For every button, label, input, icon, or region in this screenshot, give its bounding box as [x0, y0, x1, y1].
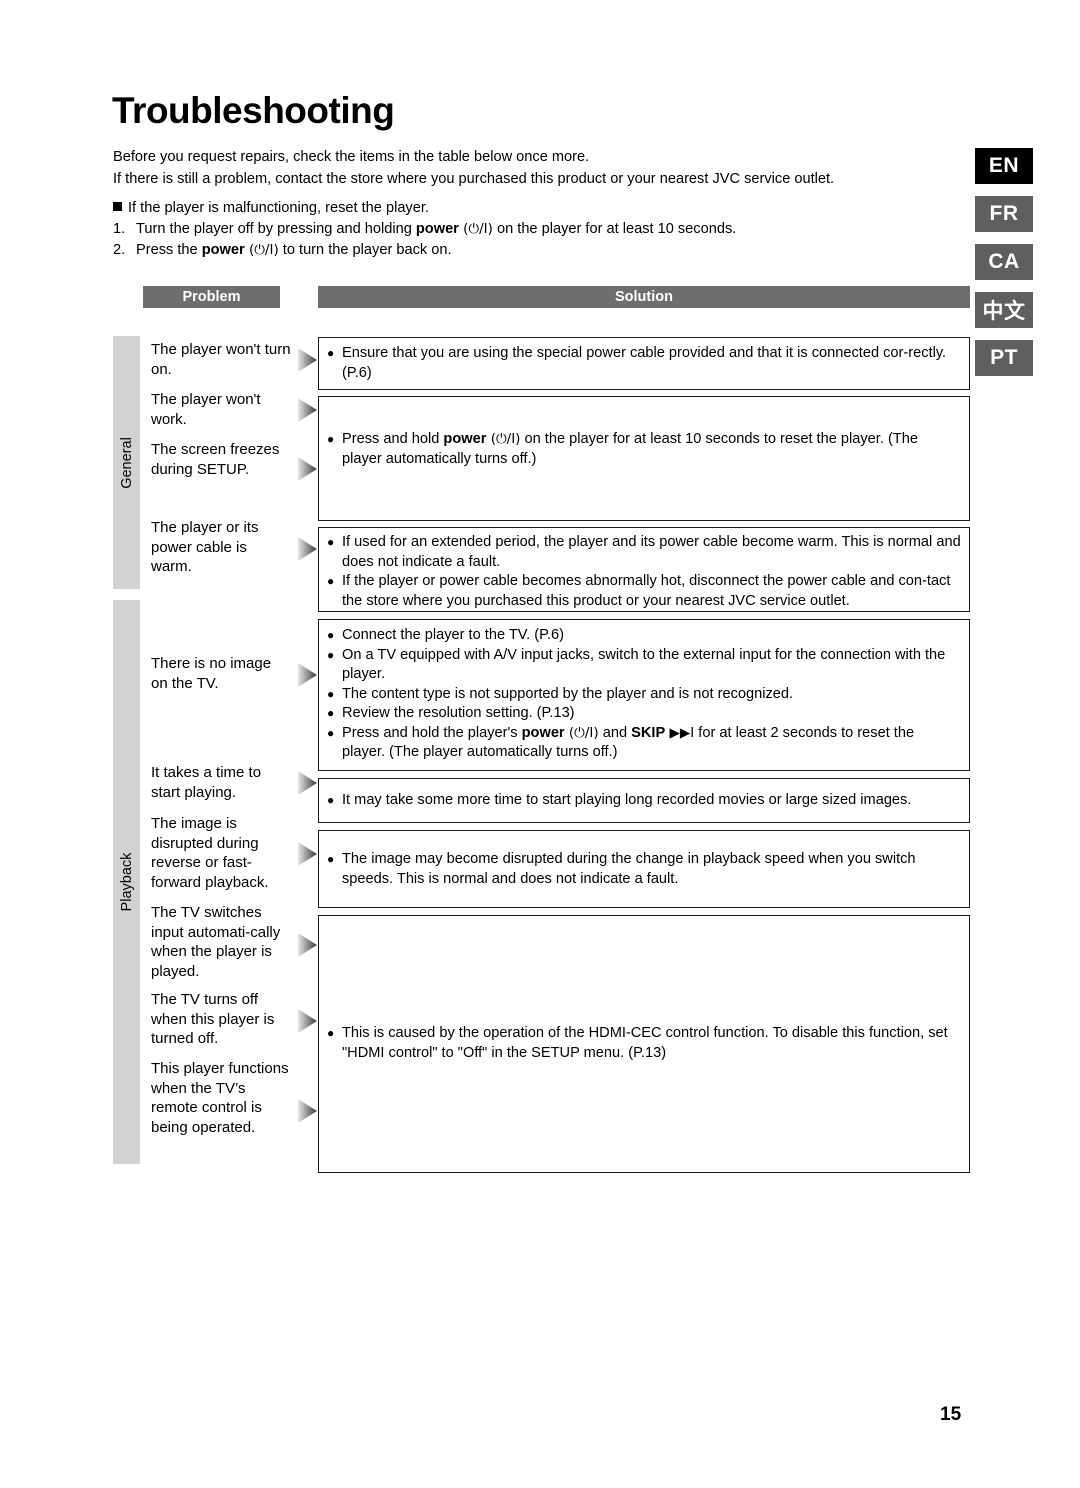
bullet-text: On a TV equipped with A/V input jacks, s…	[342, 646, 946, 683]
arrow-icon	[297, 662, 319, 688]
arrow-icon	[297, 841, 319, 867]
solution-cell: ● Connect the player to the TV. (P.6) ● …	[318, 619, 970, 771]
arrow-icon	[297, 932, 319, 958]
bullet-item: ● The content type is not supported by t…	[327, 685, 961, 705]
table-row-problem: The player won't work.	[151, 391, 261, 428]
bullet-item: ● If the player or power cable becomes a…	[327, 572, 961, 611]
language-tab-zh[interactable]: 中文	[975, 292, 1033, 328]
bullet-item: ● The image may become disrupted during …	[327, 850, 961, 889]
bullet-text: Review the resolution setting. (P.13)	[342, 705, 575, 721]
table-row-problem: The player or its power cable is warm.	[151, 519, 259, 575]
table-row-problem: The TV switches input automati-cally whe…	[151, 904, 281, 980]
arrow-icon	[297, 1098, 319, 1124]
table-header-row: Problem Solution	[113, 286, 973, 308]
bullet-dot-icon: ●	[327, 647, 335, 662]
intro-line-1: Before you request repairs, check the it…	[113, 149, 590, 165]
column-header-problem: Problem	[143, 286, 280, 308]
reset-step-1: 1. Turn the player off by pressing and h…	[113, 219, 913, 240]
bullet-item: ● Connect the player to the TV. (P.6)	[327, 626, 961, 646]
bullet-dot-icon: ●	[327, 852, 335, 866]
bullet-item: ● Press and hold power (⏻/I) on the play…	[327, 430, 961, 469]
bullet-item: ● On a TV equipped with A/V input jacks,…	[327, 646, 961, 685]
reset-instructions: If the player is malfunctioning, reset t…	[113, 198, 913, 261]
table-row-problem: The screen freezes during SETUP.	[151, 441, 280, 478]
bullet-text: The image may become disrupted during th…	[342, 851, 916, 887]
language-tab-strip: EN FR CA 中文 PT	[975, 148, 1033, 388]
table-row-problem: There is no image on the TV.	[151, 655, 272, 692]
step-text: Turn the player off by pressing and hold…	[136, 221, 737, 237]
group-label-playback: Playback	[118, 852, 135, 912]
bullet-text: It may take some more time to start play…	[342, 792, 912, 808]
bullet-item: ● If used for an extended period, the pl…	[327, 533, 961, 572]
bullet-dot-icon: ●	[327, 628, 335, 642]
group-bar-general: General	[113, 336, 140, 589]
group-label-general: General	[118, 436, 135, 489]
page-number: 15	[940, 1404, 962, 1425]
bullet-item: ● It may take some more time to start pl…	[327, 791, 961, 811]
solution-cell: ● If used for an extended period, the pl…	[318, 527, 970, 612]
step-number: 2.	[113, 242, 126, 258]
bullet-dot-icon: ●	[327, 725, 335, 740]
reset-heading-text: If the player is malfunctioning, reset t…	[128, 200, 429, 216]
table-row-problem: The TV turns off when this player is tur…	[151, 991, 275, 1047]
arrow-icon	[297, 456, 319, 482]
arrow-icon	[297, 347, 319, 373]
step-number: 1.	[113, 221, 126, 237]
bullet-dot-icon: ●	[327, 1026, 335, 1040]
bullet-text: If the player or power cable becomes abn…	[342, 573, 951, 609]
bullet-dot-icon: ●	[327, 793, 335, 807]
arrow-icon	[297, 536, 319, 562]
solution-cell: ● This is caused by the operation of the…	[318, 915, 970, 1173]
bullet-item: ● Ensure that you are using the special …	[327, 344, 961, 383]
bullet-dot-icon: ●	[327, 686, 335, 701]
page-title: Troubleshooting	[112, 90, 395, 131]
bullet-text: Press and hold the player's power (⏻/I) …	[342, 724, 915, 761]
reset-heading: If the player is malfunctioning, reset t…	[113, 198, 913, 219]
table-row-problem: The image is disrupted during reverse or…	[151, 815, 269, 891]
bullet-item: ● Review the resolution setting. (P.13)	[327, 704, 961, 724]
step-text: Press the power (⏻/I) to turn the player…	[136, 242, 452, 258]
bullet-dot-icon: ●	[327, 706, 335, 720]
bullet-item: ● This is caused by the operation of the…	[327, 1024, 961, 1063]
intro-line-2: If there is still a problem, contact the…	[113, 171, 835, 187]
solution-cell: ● It may take some more time to start pl…	[318, 778, 970, 823]
bullet-text: If used for an extended period, the play…	[342, 534, 961, 570]
reset-step-list: 1. Turn the player off by pressing and h…	[113, 219, 913, 261]
bullet-text: The content type is not supported by the…	[342, 685, 794, 702]
intro-paragraph: Before you request repairs, check the it…	[113, 146, 913, 190]
bullet-text: Press and hold power (⏻/I) on the player…	[342, 431, 918, 467]
bullet-dot-icon: ●	[327, 432, 335, 446]
square-bullet-icon	[113, 202, 122, 211]
solution-cell: ● The image may become disrupted during …	[318, 830, 970, 908]
column-header-solution: Solution	[318, 286, 970, 308]
bullet-dot-icon: ●	[327, 535, 335, 549]
solution-cell: ● Press and hold power (⏻/I) on the play…	[318, 396, 970, 521]
group-bar-playback: Playback	[113, 600, 140, 1164]
bullet-dot-icon: ●	[327, 346, 335, 360]
language-tab-pt[interactable]: PT	[975, 340, 1033, 376]
table-row-problem: It takes a time to start playing.	[151, 764, 262, 801]
bullet-text: This is caused by the operation of the H…	[342, 1025, 948, 1061]
arrow-icon	[297, 397, 319, 423]
bullet-dot-icon: ●	[327, 574, 335, 588]
language-tab-ca[interactable]: CA	[975, 244, 1033, 280]
bullet-item: ● Press and hold the player's power (⏻/I…	[327, 724, 961, 763]
bullet-text: Connect the player to the TV. (P.6)	[342, 627, 565, 643]
table-row-problem: This player functions when the TV’s remo…	[151, 1060, 289, 1136]
arrow-icon	[297, 1008, 319, 1034]
arrow-icon	[297, 770, 319, 796]
troubleshooting-table: Problem Solution General Playback The pl…	[113, 286, 973, 1173]
language-tab-fr[interactable]: FR	[975, 196, 1033, 232]
reset-step-2: 2. Press the power (⏻/I) to turn the pla…	[113, 240, 913, 261]
solution-cell: ● Ensure that you are using the special …	[318, 337, 970, 390]
language-tab-en[interactable]: EN	[975, 148, 1033, 184]
table-row-problem: The player won't turn on.	[151, 341, 291, 378]
bullet-text: Ensure that you are using the special po…	[342, 345, 947, 381]
